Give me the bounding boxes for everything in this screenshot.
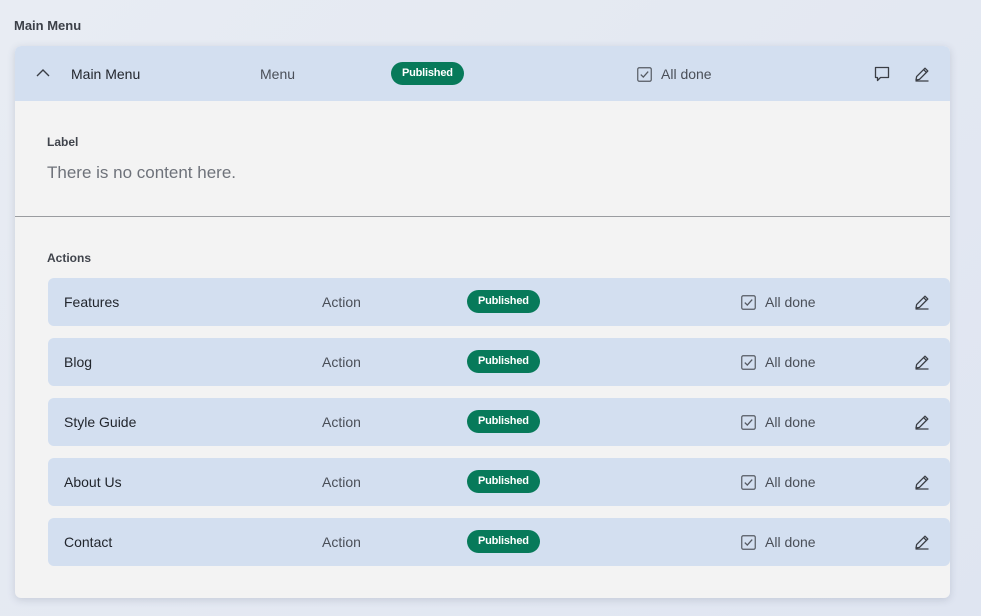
- status-badge: Published: [467, 350, 540, 373]
- edit-icon[interactable]: [913, 293, 931, 311]
- action-status: All done: [741, 294, 816, 310]
- status-badge: Published: [467, 410, 540, 433]
- action-status-label: All done: [765, 354, 816, 370]
- list-item[interactable]: About Us Action Published All done: [48, 458, 950, 506]
- header-status: All done: [637, 66, 712, 82]
- divider: [15, 216, 950, 217]
- status-badge: Published: [391, 62, 464, 85]
- header-type: Menu: [260, 66, 296, 82]
- label-empty-text: There is no content here.: [47, 163, 237, 182]
- action-name: Contact: [64, 534, 113, 550]
- chevron-up-icon[interactable]: [35, 67, 51, 79]
- edit-icon[interactable]: [913, 473, 931, 491]
- action-status: All done: [741, 534, 816, 550]
- action-name: Blog: [64, 354, 93, 370]
- checkbox-checked-icon: [741, 534, 756, 550]
- action-status-label: All done: [765, 474, 816, 490]
- section-title: Main Menu: [14, 18, 82, 33]
- list-item[interactable]: Blog Action Published All done: [48, 338, 950, 386]
- action-name: Features: [64, 294, 120, 310]
- list-item[interactable]: Style Guide Action Published All done: [48, 398, 950, 446]
- actions-heading: Actions: [47, 251, 92, 265]
- status-badge: Published: [467, 530, 540, 553]
- status-badge: Published: [467, 290, 540, 313]
- action-name: Style Guide: [64, 414, 137, 430]
- checkbox-checked-icon: [741, 414, 756, 430]
- action-name: About Us: [64, 474, 122, 490]
- comment-icon[interactable]: [873, 65, 891, 83]
- list-item[interactable]: Features Action Published All done: [48, 278, 950, 326]
- action-status-label: All done: [765, 534, 816, 550]
- action-status: All done: [741, 474, 816, 490]
- action-status-label: All done: [765, 414, 816, 430]
- edit-icon[interactable]: [913, 533, 931, 551]
- edit-icon[interactable]: [913, 353, 931, 371]
- header-title: Main Menu: [71, 66, 141, 82]
- checkbox-checked-icon: [741, 474, 756, 490]
- checkbox-checked-icon: [741, 294, 756, 310]
- checkbox-checked-icon: [637, 66, 652, 82]
- action-type: Action: [322, 474, 361, 490]
- menu-card: Main Menu Menu Published All done Label …: [15, 46, 950, 598]
- action-type: Action: [322, 294, 361, 310]
- action-type: Action: [322, 534, 361, 550]
- edit-icon[interactable]: [913, 413, 931, 431]
- status-badge: Published: [467, 470, 540, 493]
- list-item[interactable]: Contact Action Published All done: [48, 518, 950, 566]
- checkbox-checked-icon: [741, 354, 756, 370]
- action-status-label: All done: [765, 294, 816, 310]
- header-status-label: All done: [661, 66, 712, 82]
- action-status: All done: [741, 414, 816, 430]
- action-type: Action: [322, 414, 361, 430]
- card-header[interactable]: Main Menu Menu Published All done: [15, 46, 950, 101]
- label-heading: Label: [47, 135, 79, 149]
- action-status: All done: [741, 354, 816, 370]
- edit-icon[interactable]: [913, 65, 931, 83]
- action-type: Action: [322, 354, 361, 370]
